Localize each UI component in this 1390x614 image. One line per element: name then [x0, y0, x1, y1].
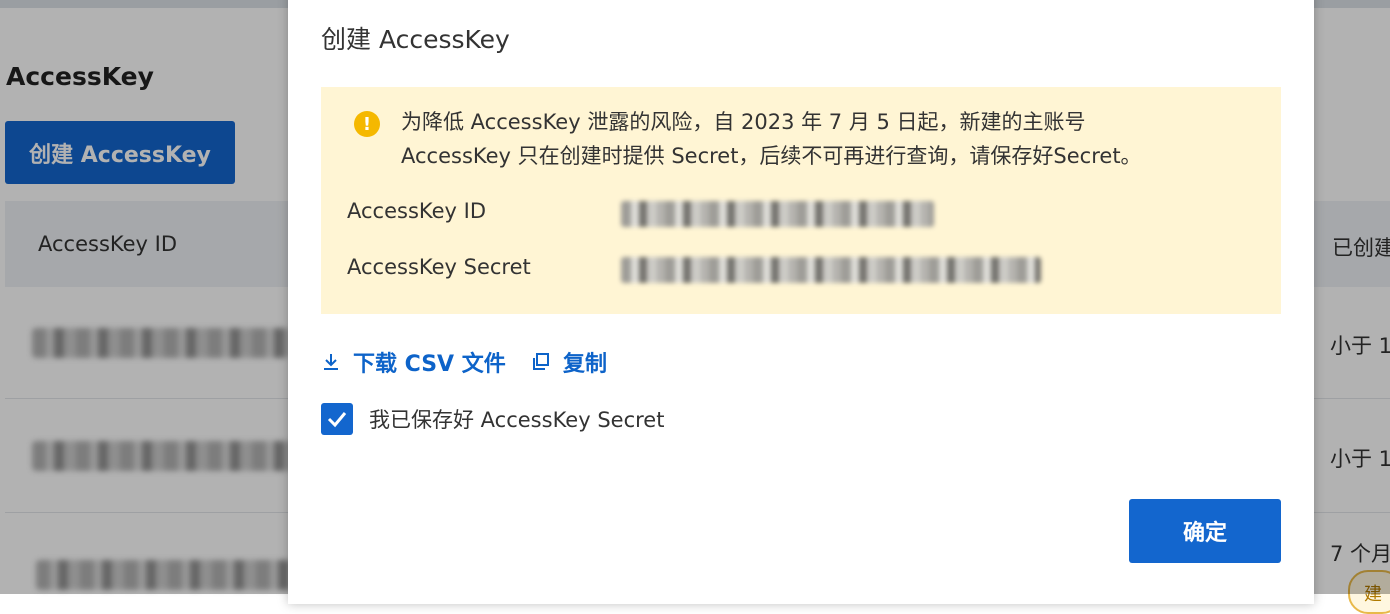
- warning-icon: !: [354, 111, 380, 137]
- checkmark-icon: [327, 412, 347, 428]
- download-csv-label: 下载 CSV 文件: [353, 352, 506, 377]
- warning-line-1: 为降低 AccessKey 泄露的风险，自 2023 年 7 月 5 日起，新建…: [401, 110, 1086, 134]
- accesskey-id-label: AccessKey ID: [347, 199, 487, 223]
- saved-secret-checkbox-row[interactable]: 我已保存好 AccessKey Secret: [321, 403, 664, 435]
- accesskey-secret-label: AccessKey Secret: [347, 255, 531, 279]
- download-csv-link[interactable]: 下载 CSV 文件: [321, 346, 506, 378]
- warning-line-2: AccessKey 只在创建时提供 Secret，后续不可再进行查询，请保存好S…: [401, 144, 1142, 168]
- copy-link[interactable]: 复制: [531, 346, 607, 378]
- warning-box: ! 为降低 AccessKey 泄露的风险，自 2023 年 7 月 5 日起，…: [321, 87, 1281, 314]
- saved-secret-checkbox-label: 我已保存好 AccessKey Secret: [369, 408, 665, 432]
- copy-icon: [533, 353, 549, 370]
- accesskey-secret-value: [621, 257, 1041, 283]
- accesskey-id-value: [621, 201, 934, 227]
- confirm-button[interactable]: 确定: [1129, 499, 1281, 563]
- copy-label: 复制: [563, 352, 608, 377]
- saved-secret-checkbox[interactable]: [321, 403, 353, 435]
- create-accesskey-dialog: 创建 AccessKey ! 为降低 AccessKey 泄露的风险，自 202…: [288, 0, 1314, 604]
- download-icon: [324, 354, 338, 370]
- warning-text: 为降低 AccessKey 泄露的风险，自 2023 年 7 月 5 日起，新建…: [401, 105, 1261, 173]
- dialog-title: 创建 AccessKey: [321, 25, 510, 54]
